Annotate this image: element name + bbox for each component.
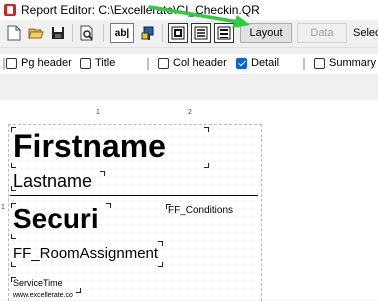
field-corner-marker [11, 186, 16, 191]
field-corner-marker [166, 204, 171, 209]
field-corner-marker [11, 234, 16, 239]
summary-checkbox[interactable]: Summary [314, 57, 376, 69]
lastname-field[interactable]: Lastname [13, 172, 92, 190]
layout-view-icon[interactable] [168, 23, 188, 43]
pg-header-checkbox[interactable]: Pg header [6, 57, 72, 69]
layout-button[interactable]: Layout [240, 23, 292, 43]
toolbar-grip [3, 58, 5, 70]
field-corner-marker [11, 262, 16, 267]
website-field[interactable]: www.excellerate.co [13, 292, 73, 299]
checkbox-box[interactable] [158, 57, 169, 69]
title-bar: Report Editor: C:\Excellerate\CI_Checkin… [0, 0, 378, 20]
securi-field[interactable]: Securi [13, 205, 99, 233]
toolbar-grip [303, 58, 305, 70]
ruler-mark-2: 2 [188, 109, 192, 116]
text-field-icon[interactable]: ab| [110, 23, 134, 43]
data-button[interactable]: Data [297, 23, 347, 43]
conditions-field[interactable]: FF_Conditions [168, 206, 233, 216]
toolbar-separator [162, 24, 163, 42]
detail-label: Detail [251, 57, 280, 69]
list-view-icon[interactable] [214, 23, 234, 43]
checkbox-box-checked[interactable] [236, 57, 247, 69]
title-label: Title [95, 57, 116, 69]
field-corner-marker [106, 203, 111, 208]
horizontal-ruler: 1 2 [8, 108, 378, 120]
title-checkbox[interactable]: Title [80, 57, 115, 69]
select-label: Selec [353, 27, 378, 39]
data-view-icon[interactable] [191, 23, 211, 43]
field-corner-marker [11, 163, 16, 168]
field-corner-marker [11, 277, 16, 282]
app-icon [4, 4, 16, 16]
toolbar-separator [72, 24, 73, 42]
field-corner-marker [158, 262, 163, 267]
toolbar-grip [147, 58, 149, 70]
col-header-checkbox[interactable]: Col header [158, 57, 227, 69]
col-header-label: Col header [173, 57, 227, 69]
vertical-ruler: 1 [0, 120, 8, 300]
pg-header-label: Pg header [21, 57, 72, 69]
firstname-field[interactable]: Firstname [13, 130, 166, 162]
field-corner-marker [158, 241, 163, 246]
open-folder-icon[interactable] [26, 23, 46, 43]
checkbox-box[interactable] [314, 57, 325, 69]
toolbar-separator [103, 24, 104, 42]
field-corner-marker [76, 288, 81, 293]
field-corner-marker [204, 127, 209, 132]
field-corner-marker [11, 127, 16, 132]
field-corner-marker [204, 163, 209, 168]
section-separator-line [10, 195, 258, 196]
vertical-ruler-mark: 1 [1, 204, 5, 211]
paint-icon[interactable] [138, 23, 158, 43]
print-preview-icon[interactable] [77, 23, 97, 43]
service-time-field[interactable]: ServiceTime [13, 279, 63, 288]
room-assignment-field[interactable]: FF_RoomAssignment [13, 246, 158, 261]
summary-label: Summary [329, 57, 377, 69]
checkbox-box[interactable] [80, 57, 91, 69]
detail-checkbox[interactable]: Detail [236, 57, 279, 69]
ruler-mark-1: 1 [96, 109, 100, 116]
window-title: Report Editor: C:\Excellerate\CI_Checkin… [21, 3, 260, 17]
new-document-icon[interactable] [4, 23, 24, 43]
field-corner-marker [100, 171, 105, 176]
field-corner-marker [11, 203, 16, 208]
checkbox-box[interactable] [6, 57, 17, 69]
section-checkbox-row: Pg header Title Col header Detail Summar… [0, 54, 378, 74]
save-disk-icon[interactable] [48, 23, 68, 43]
